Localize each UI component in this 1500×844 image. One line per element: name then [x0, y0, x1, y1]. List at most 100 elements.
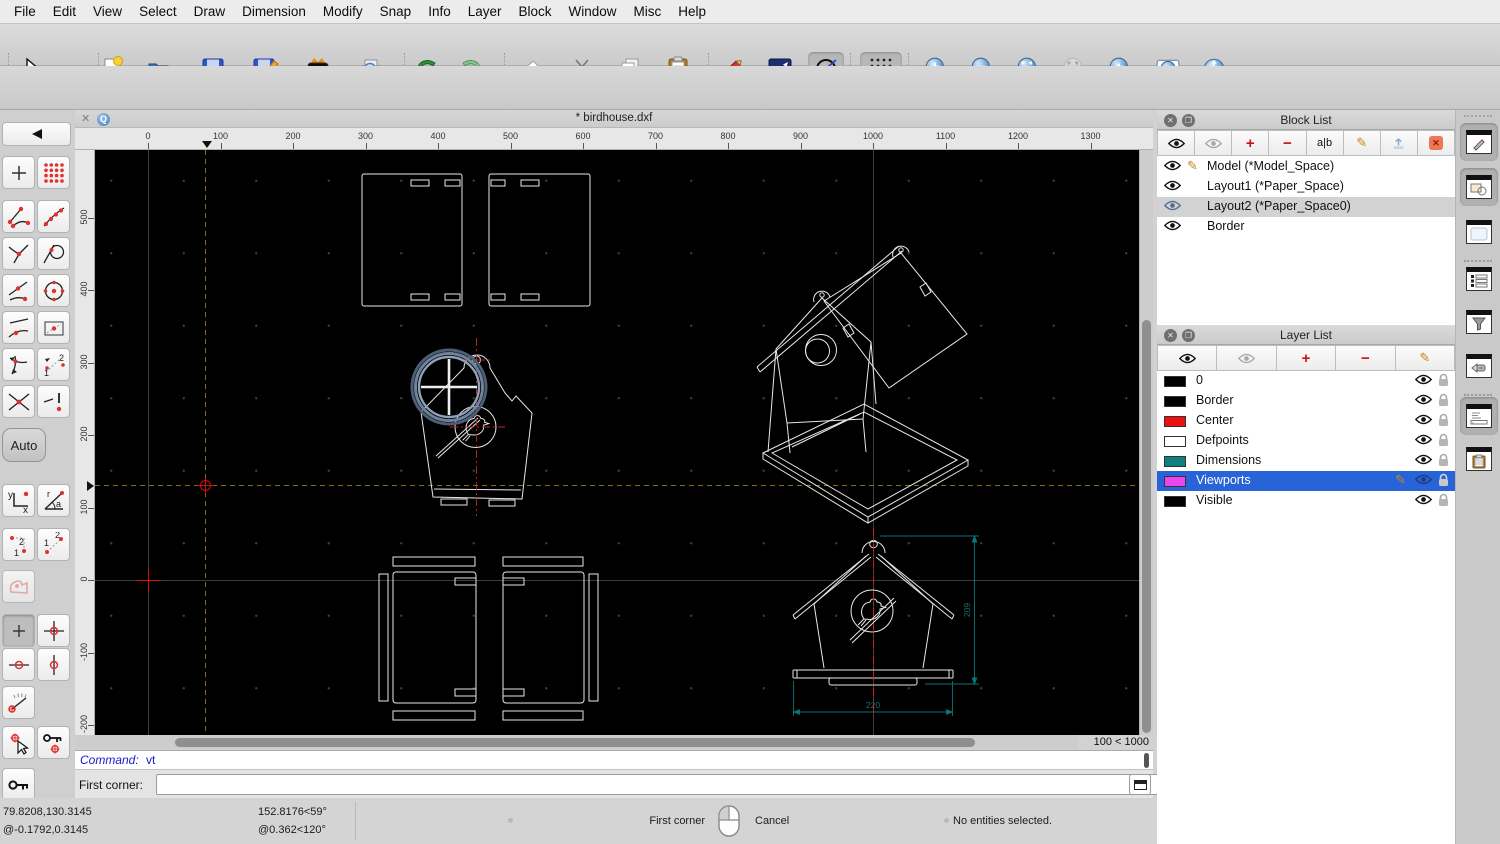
command-history-scrollbar[interactable]: [1144, 753, 1149, 768]
block-row-model[interactable]: ✎ Model (*Model_Space): [1157, 157, 1455, 177]
eye-icon[interactable]: [1414, 374, 1433, 388]
command-input[interactable]: [156, 774, 1198, 795]
snap-nearest-button[interactable]: [2, 311, 35, 344]
dock-filter-panel-button[interactable]: [1460, 303, 1498, 341]
eye-icon[interactable]: [1414, 434, 1433, 448]
snap-coordinate-button[interactable]: [37, 385, 70, 418]
lock-icon[interactable]: [1438, 413, 1449, 430]
eye-icon[interactable]: [1163, 220, 1182, 234]
layer-row-visible[interactable]: Visible: [1157, 491, 1455, 511]
snap-free-button[interactable]: [2, 156, 35, 189]
relative-polar-button[interactable]: 12: [37, 528, 70, 561]
eye-icon[interactable]: [1414, 414, 1433, 428]
layer-row-dimensions[interactable]: Dimensions: [1157, 451, 1455, 471]
eye-icon[interactable]: [1163, 160, 1182, 174]
menu-dimension[interactable]: Dimension: [242, 4, 306, 19]
snap-angle-button[interactable]: [2, 686, 35, 719]
menu-file[interactable]: File: [14, 4, 36, 19]
rename-block-button[interactable]: a|b: [1306, 130, 1344, 156]
lock-icon[interactable]: [1438, 433, 1449, 450]
menu-layer[interactable]: Layer: [468, 4, 502, 19]
edit-layer-button[interactable]: ✎: [1395, 345, 1456, 371]
layer-row-border[interactable]: Border: [1157, 391, 1455, 411]
command-panel-toggle-button[interactable]: [1129, 774, 1151, 795]
hide-all-blocks-button[interactable]: [1195, 130, 1233, 156]
layer-row-center[interactable]: Center: [1157, 411, 1455, 431]
layer-color-swatch[interactable]: [1164, 435, 1186, 447]
eye-icon[interactable]: [1163, 180, 1182, 194]
menu-edit[interactable]: Edit: [53, 4, 76, 19]
coordinate-cartesian-button[interactable]: yx: [2, 484, 35, 517]
insert-block-button[interactable]: [1380, 130, 1418, 156]
menu-window[interactable]: Window: [569, 4, 617, 19]
dock-blank-panel-button[interactable]: [1460, 213, 1498, 251]
layer-color-swatch[interactable]: [1164, 495, 1186, 507]
lock-icon[interactable]: [1438, 393, 1449, 410]
snap-reference-button[interactable]: [37, 311, 70, 344]
drawing-canvas[interactable]: 209 220: [95, 150, 1139, 735]
snap-endpoints-button[interactable]: [2, 200, 35, 233]
block-row-border[interactable]: Border: [1157, 217, 1455, 237]
dock-list-panel-button[interactable]: [1460, 260, 1498, 298]
remove-block-button[interactable]: −: [1269, 130, 1307, 156]
lock-relative-zero-button[interactable]: [37, 726, 70, 759]
set-relative-zero-button[interactable]: [2, 726, 35, 759]
menu-select[interactable]: Select: [139, 4, 177, 19]
add-layer-button[interactable]: +: [1276, 345, 1337, 371]
block-row-layout2-selected[interactable]: Layout2 (*Paper_Space0): [1157, 197, 1455, 217]
eye-icon[interactable]: [1414, 454, 1433, 468]
menu-info[interactable]: Info: [428, 4, 451, 19]
snap-auto-intersection-button[interactable]: [2, 348, 35, 381]
snap-tangent-button[interactable]: [37, 237, 70, 270]
horizontal-scrollbar-thumb[interactable]: [175, 737, 975, 747]
snap-auto-button[interactable]: Auto: [2, 428, 46, 462]
dock-command-line-button[interactable]: c: [1460, 397, 1498, 435]
snap-back-button[interactable]: [2, 122, 71, 146]
show-all-layers-button[interactable]: [1157, 345, 1218, 371]
layer-color-swatch[interactable]: [1164, 375, 1186, 387]
menu-block[interactable]: Block: [519, 4, 552, 19]
relative-cartesian-button[interactable]: 12: [2, 528, 35, 561]
layer-color-swatch[interactable]: [1164, 475, 1186, 487]
block-row-layout1[interactable]: Layout1 (*Paper_Space): [1157, 177, 1455, 197]
restrict-horizontal-button[interactable]: [2, 648, 35, 681]
restrict-vertical-button[interactable]: [37, 648, 70, 681]
layer-color-swatch[interactable]: [1164, 415, 1186, 427]
eye-icon[interactable]: [1163, 200, 1182, 214]
dock-clipboard-panel-button[interactable]: [1460, 440, 1498, 478]
menu-draw[interactable]: Draw: [194, 4, 226, 19]
menu-misc[interactable]: Misc: [634, 4, 662, 19]
lock-icon[interactable]: [1438, 493, 1449, 510]
layer-row-viewports-selected[interactable]: Viewports ✎: [1157, 471, 1455, 491]
layer-row-0[interactable]: 0: [1157, 371, 1455, 391]
show-all-blocks-button[interactable]: [1157, 130, 1196, 156]
eye-icon[interactable]: [1414, 474, 1433, 488]
lock-icon[interactable]: [1438, 453, 1449, 470]
eye-icon[interactable]: [1414, 494, 1433, 508]
delete-block-button[interactable]: ✕: [1417, 130, 1455, 156]
dock-selection-tool-button[interactable]: [1460, 347, 1498, 385]
relative-zero-key-button[interactable]: [2, 768, 35, 801]
restrict-off-button[interactable]: [2, 614, 35, 647]
edit-block-button[interactable]: ✎: [1343, 130, 1381, 156]
menu-help[interactable]: Help: [678, 4, 706, 19]
remove-layer-button[interactable]: −: [1336, 345, 1396, 371]
restrict-orthogonal-button[interactable]: [2, 570, 35, 603]
snap-intersection-button[interactable]: [2, 385, 35, 418]
snap-distance-point-button[interactable]: 12: [37, 348, 70, 381]
snap-on-entity-button[interactable]: [37, 200, 70, 233]
menu-view[interactable]: View: [93, 4, 122, 19]
lock-icon[interactable]: [1438, 473, 1449, 490]
horizontal-scrollbar[interactable]: [75, 735, 1078, 749]
lock-icon[interactable]: [1438, 373, 1449, 390]
layer-color-swatch[interactable]: [1164, 395, 1186, 407]
dock-property-editor-button[interactable]: [1460, 123, 1498, 161]
vertical-scrollbar-thumb[interactable]: [1142, 320, 1151, 733]
eye-icon[interactable]: [1414, 394, 1433, 408]
dock-shapes-panel-button[interactable]: [1460, 168, 1498, 206]
snap-grid-button[interactable]: [37, 156, 70, 189]
snap-perpendicular-button[interactable]: [2, 237, 35, 270]
coordinate-polar-button[interactable]: ra: [37, 484, 70, 517]
vertical-scrollbar[interactable]: [1139, 150, 1153, 735]
hide-all-layers-button[interactable]: [1217, 345, 1277, 371]
